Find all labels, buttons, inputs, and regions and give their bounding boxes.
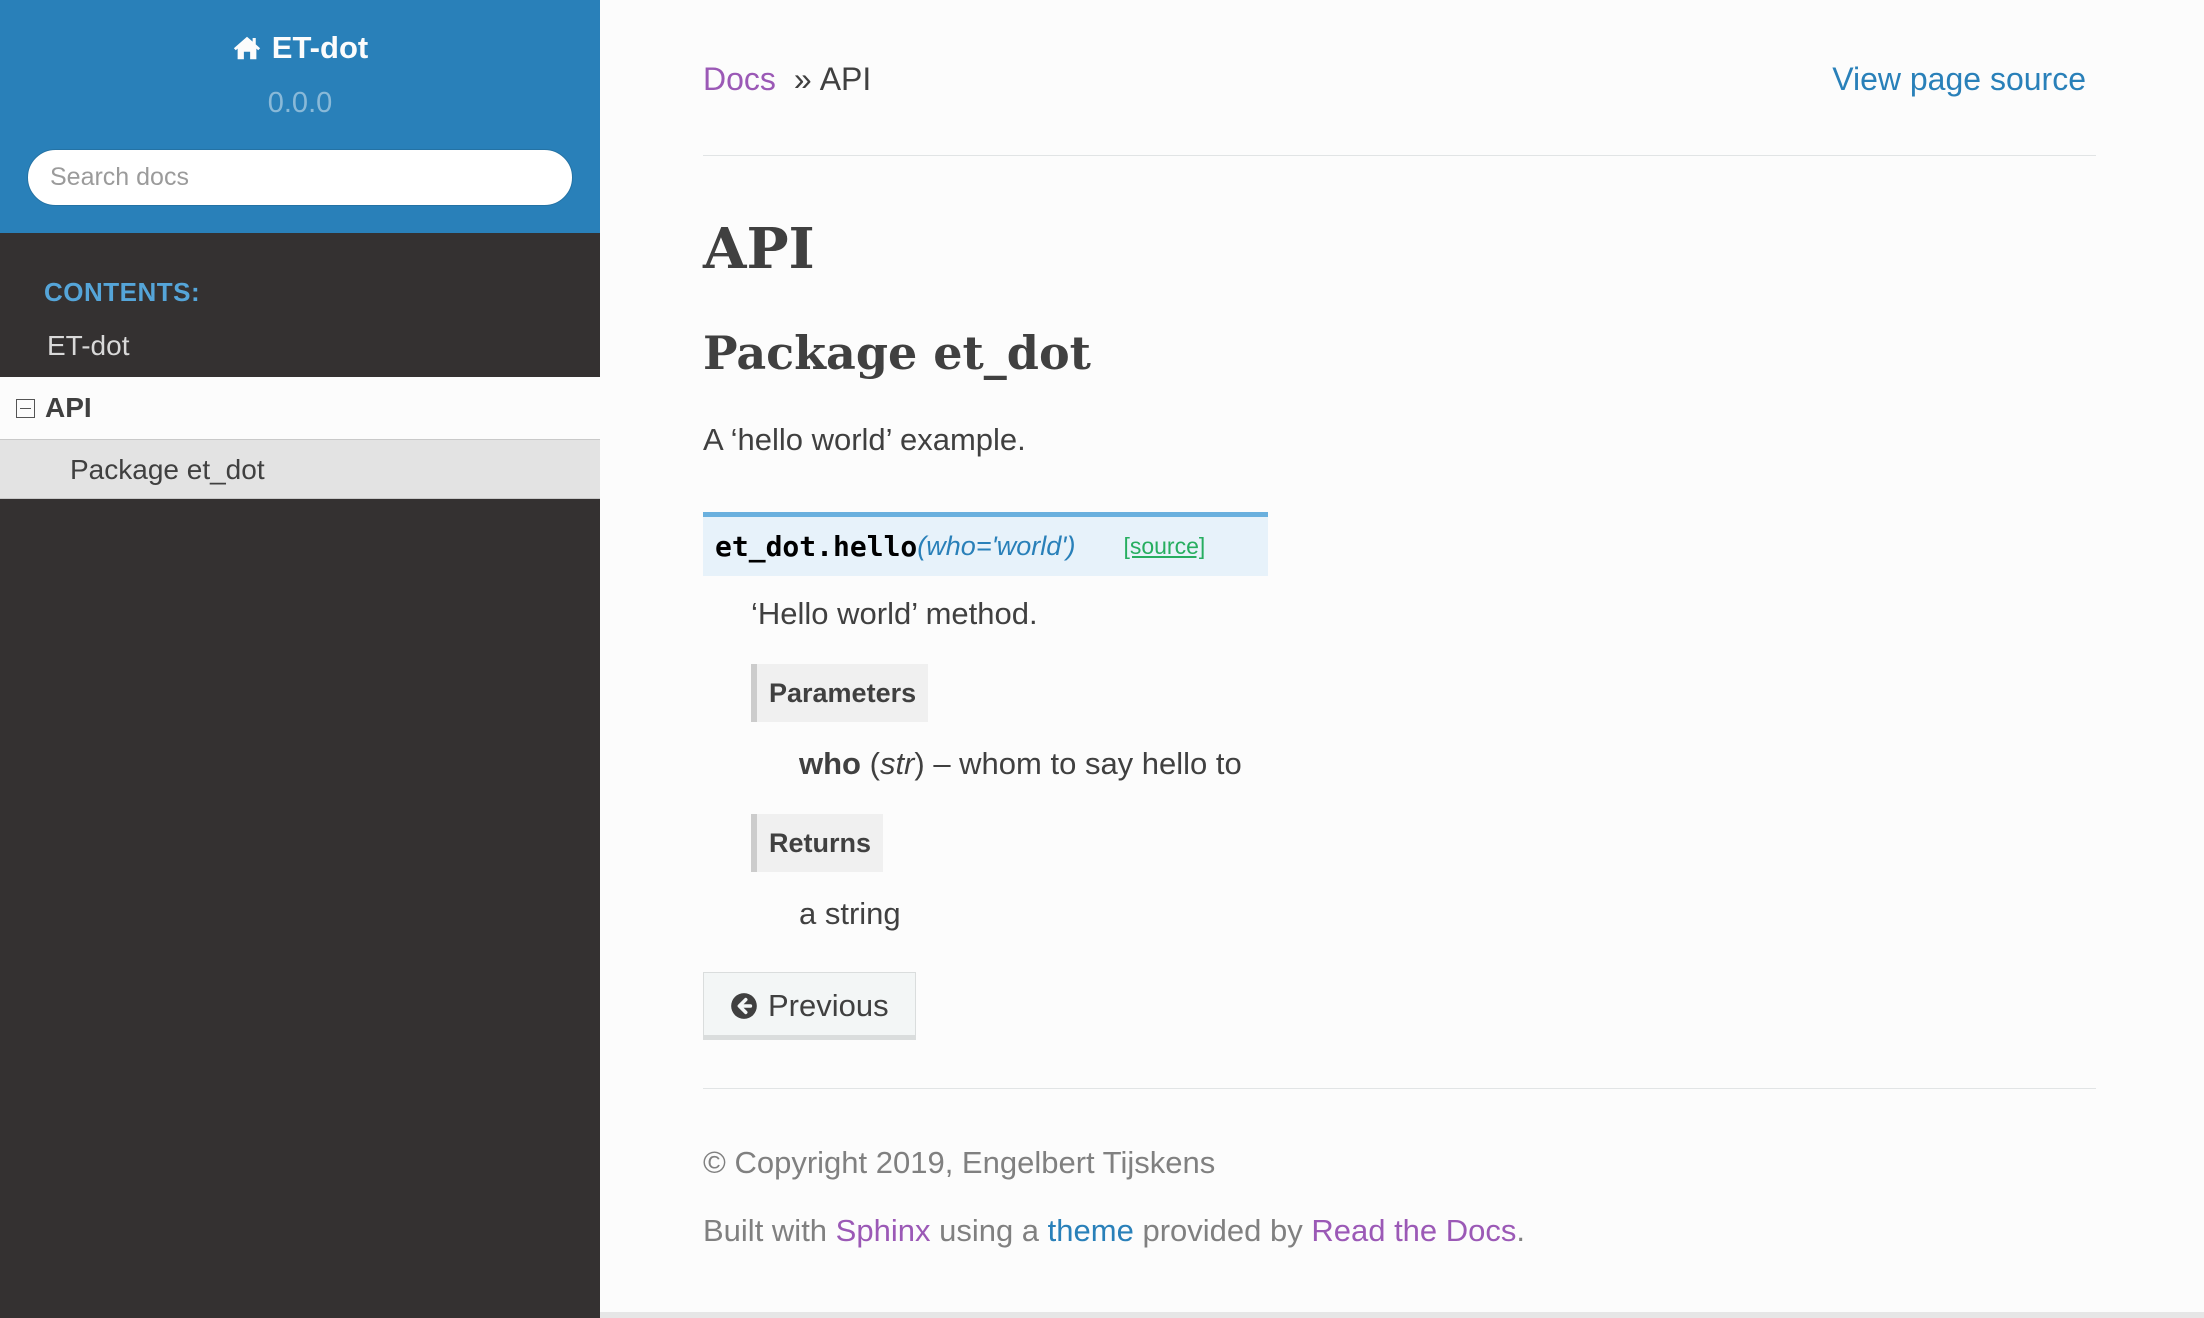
breadcrumb-docs-link[interactable]: Docs xyxy=(703,58,776,100)
open-paren: ( xyxy=(917,531,927,561)
breadcrumb-separator: » xyxy=(793,61,812,97)
breadcrumb-current: API xyxy=(819,61,872,97)
parameters-label: Parameters xyxy=(751,664,929,722)
function-summary: ‘Hello world’ method. xyxy=(751,596,1038,631)
param-type-close: ) xyxy=(914,746,925,781)
close-paren: ) xyxy=(1066,531,1076,561)
sidebar: ET-dot 0.0.0 CONTENTS: ET-dot API Packag… xyxy=(0,0,600,1318)
built-using: using a xyxy=(930,1213,1048,1248)
page-title: API xyxy=(703,216,815,282)
sphinx-link[interactable]: Sphinx xyxy=(836,1213,931,1248)
project-version: 0.0.0 xyxy=(267,87,333,119)
previous-label: Previous xyxy=(768,988,889,1023)
previous-button[interactable]: Previous xyxy=(703,972,916,1040)
breadcrumb: Docs » API View page source xyxy=(703,0,2096,156)
collapse-toggle-icon[interactable] xyxy=(16,398,35,418)
contents-caption: CONTENTS: xyxy=(44,277,201,307)
main-content: Docs » API View page source API Package … xyxy=(600,0,2204,1312)
function-signature: et_dot.hello(who='world') [source] xyxy=(703,512,1268,576)
param-name: who xyxy=(799,746,861,781)
sidebar-item-et-dot[interactable]: ET-dot xyxy=(0,315,600,377)
bottom-scroll-strip xyxy=(600,1312,2204,1318)
built-period: . xyxy=(1516,1213,1526,1248)
section-title: Package et_dot xyxy=(703,326,1091,380)
sidebar-item-label: API xyxy=(45,392,92,423)
document: Docs » API View page source API Package … xyxy=(703,0,2096,1251)
search-input[interactable] xyxy=(27,149,573,206)
returns-label: Returns xyxy=(751,814,884,872)
read-the-docs-link[interactable]: Read the Docs xyxy=(1311,1213,1516,1248)
param-type: str xyxy=(879,746,915,781)
built-prefix: Built with xyxy=(703,1213,836,1248)
view-page-source-link[interactable]: View page source xyxy=(1832,58,2086,100)
source-link[interactable]: [source] xyxy=(1123,533,1205,560)
sidebar-item-api[interactable]: API xyxy=(0,377,600,439)
parameter-entry: who (str) – whom to say hello to xyxy=(799,744,2096,784)
project-name: ET-dot xyxy=(271,30,369,65)
sidebar-header: ET-dot 0.0.0 xyxy=(0,0,600,233)
arrow-circle-left-icon xyxy=(731,993,757,1019)
param-type-open: ( xyxy=(861,746,880,781)
function-name: et_dot.hello xyxy=(715,530,918,563)
home-icon xyxy=(233,36,260,60)
function-params: who='world' xyxy=(926,531,1067,561)
built-with-text: Built with Sphinx using a theme provided… xyxy=(703,1211,2096,1251)
param-description: – whom to say hello to xyxy=(924,746,1242,781)
theme-link[interactable]: theme xyxy=(1048,1213,1134,1248)
built-provided: provided by xyxy=(1133,1213,1312,1248)
returns-description: a string xyxy=(799,896,901,931)
intro-text: A ‘hello world’ example. xyxy=(703,422,1026,457)
footer-divider xyxy=(703,1088,2096,1089)
copyright-text: © Copyright 2019, Engelbert Tijskens xyxy=(703,1145,1216,1180)
project-home-link[interactable]: ET-dot xyxy=(232,30,368,66)
sidebar-item-package-et-dot[interactable]: Package et_dot xyxy=(0,439,600,499)
function-description: ‘Hello world’ method. Parameters who (st… xyxy=(751,594,2096,934)
